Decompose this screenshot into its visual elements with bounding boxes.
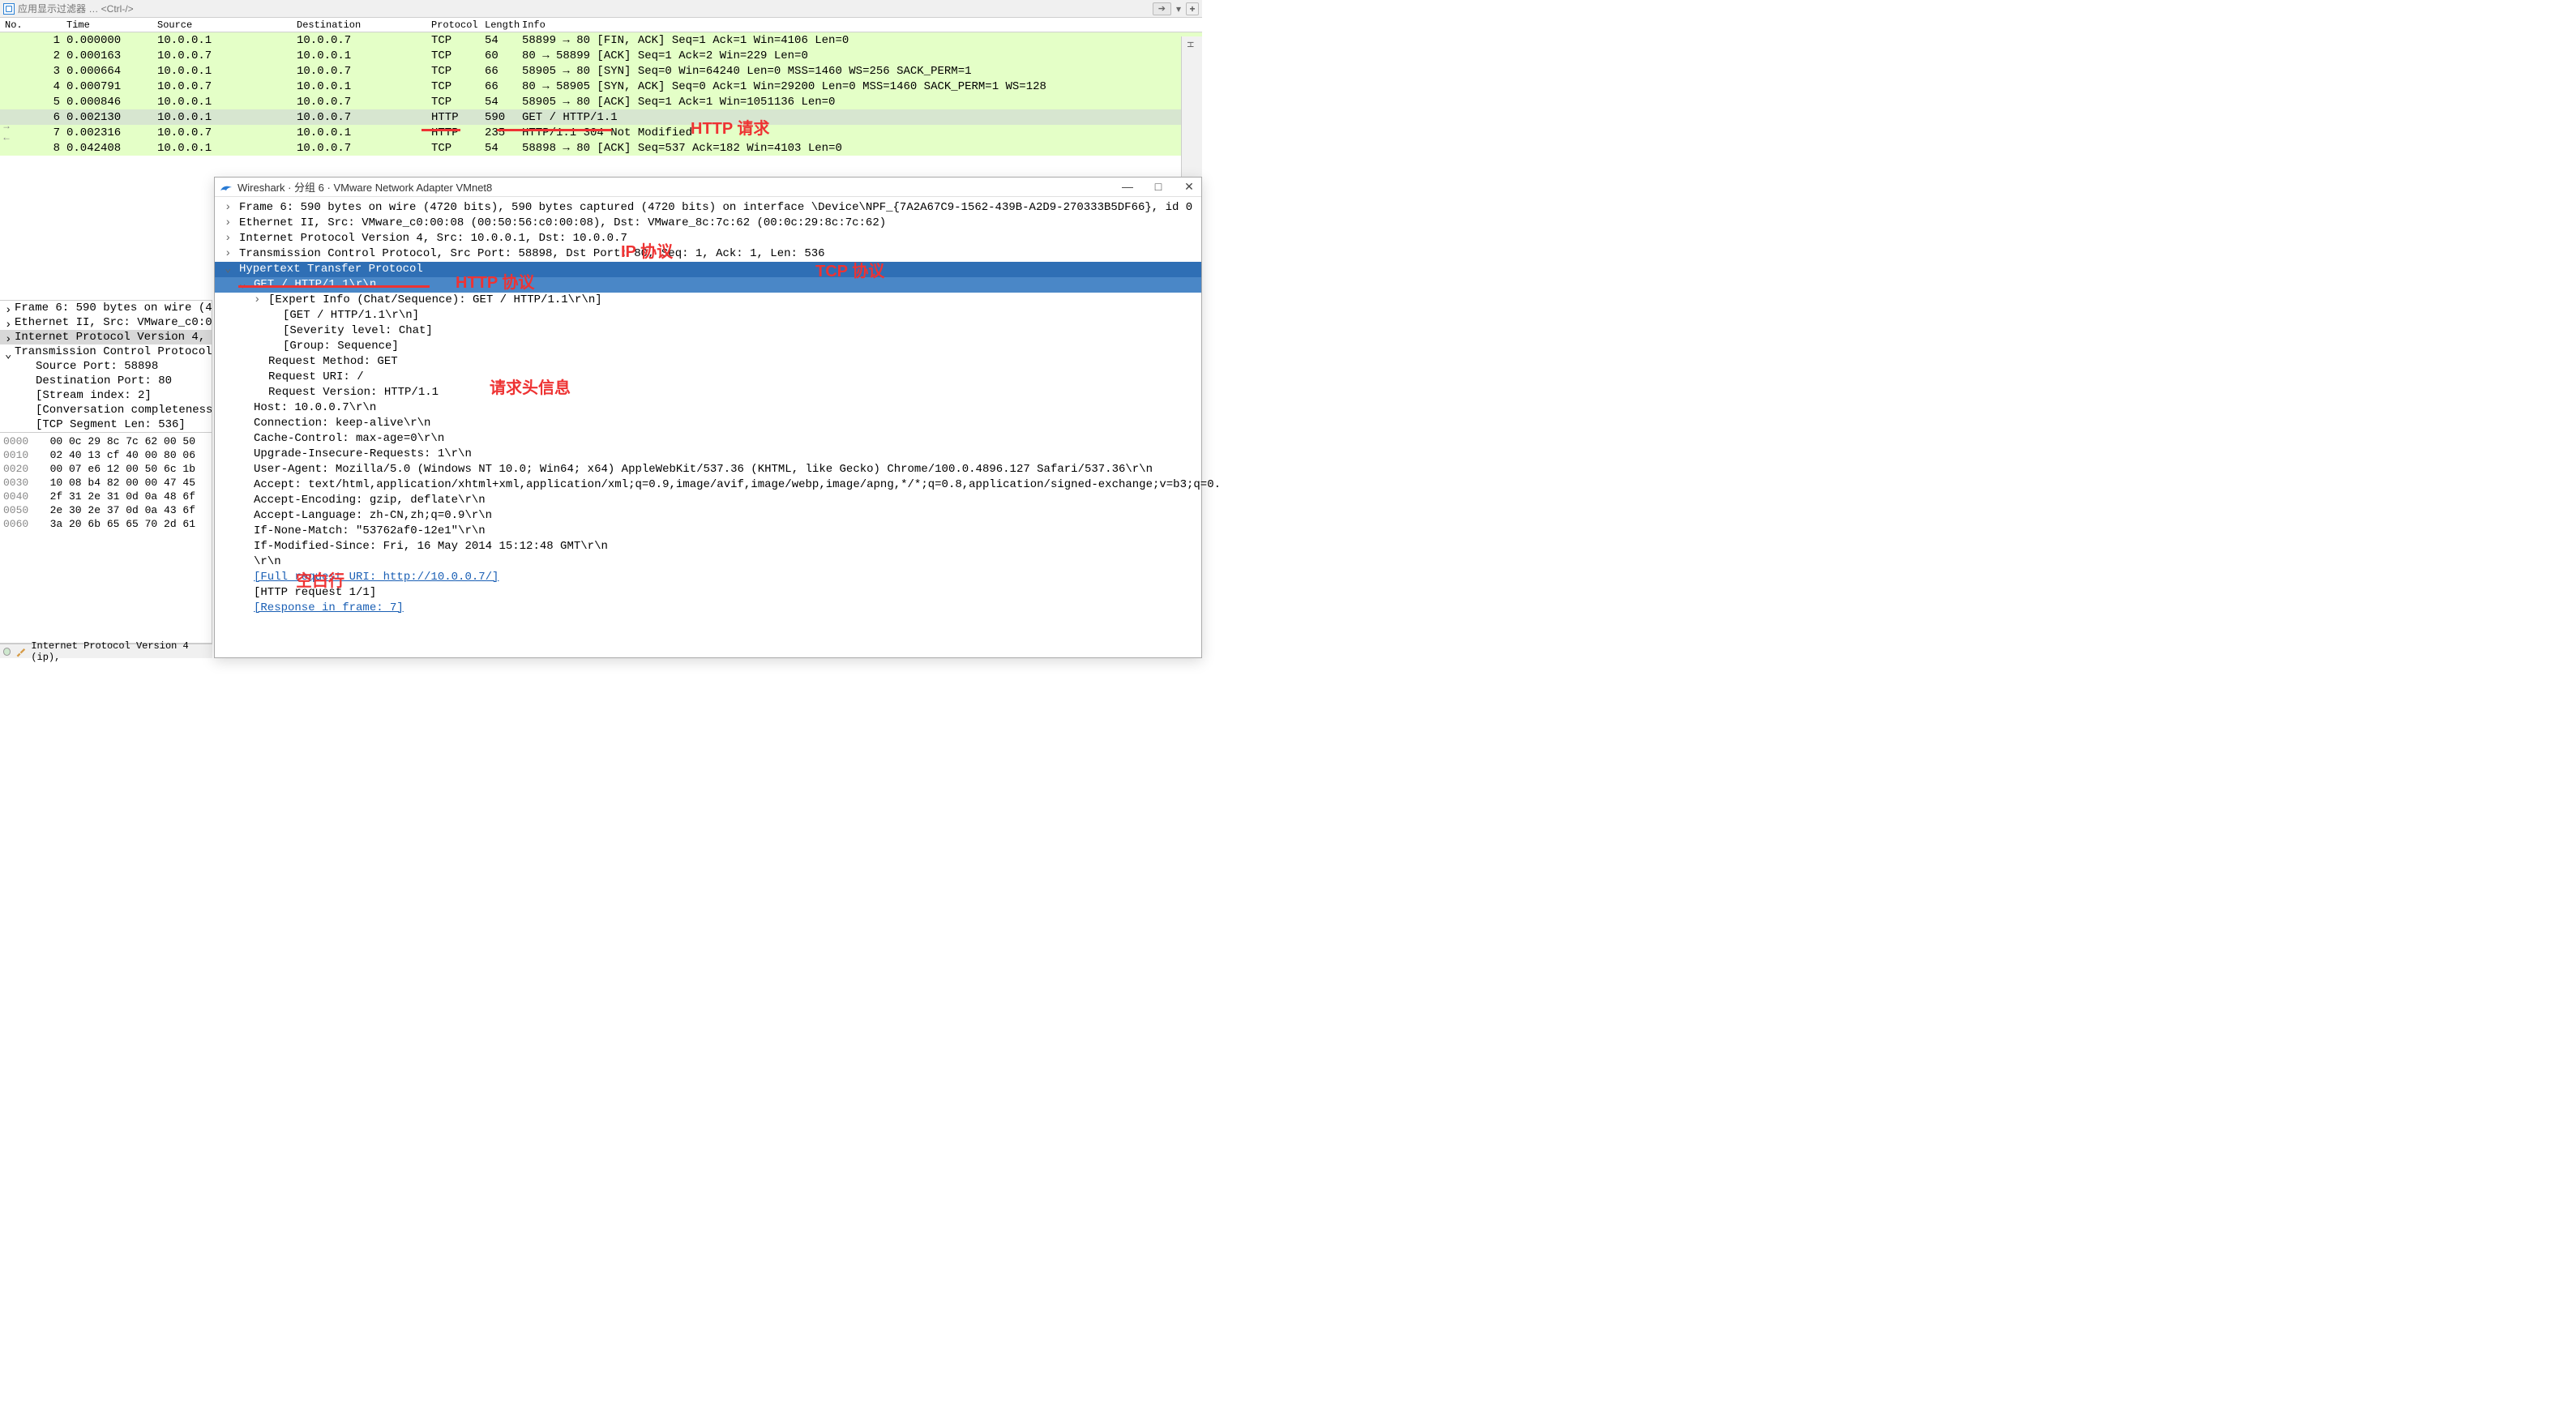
tree-toggle-icon[interactable]: ⌄ (239, 277, 246, 293)
detail-tree-row[interactable]: Cache-Control: max-age=0\r\n (215, 431, 1201, 447)
hex-row[interactable]: 0050 2e 30 2e 37 0d 0a 43 6f (3, 503, 208, 517)
packet-row[interactable]: 40.00079110.0.0.710.0.0.1TCP6680 → 58905… (0, 79, 1202, 94)
status-text: Internet Protocol Version 4 (ip), (31, 640, 209, 663)
tree-tcp[interactable]: ⌄Transmission Control Protocol (0, 344, 212, 359)
packet-detail-tree[interactable]: ›Frame 6: 590 bytes on wire (4720 bits),… (215, 197, 1201, 619)
minimize-button[interactable]: — (1120, 180, 1135, 194)
tree-toggle-icon[interactable]: › (254, 293, 260, 308)
tree-toggle-icon[interactable]: › (225, 216, 231, 231)
detail-tree-row[interactable]: [Response in frame: 7] (215, 601, 1201, 616)
packet-row[interactable]: 60.00213010.0.0.110.0.0.7HTTP590GET / HT… (0, 109, 1202, 125)
col-header-info[interactable]: Info (522, 19, 1202, 31)
tree-ip[interactable]: ›Internet Protocol Version 4, (0, 330, 212, 344)
dropdown-icon[interactable]: ▾ (1176, 3, 1181, 15)
hex-row[interactable]: 0060 3a 20 6b 65 65 70 2d 61 (3, 517, 208, 531)
window-title: Wireshark · 分组 6 · VMware Network Adapte… (237, 179, 1120, 195)
tree-toggle-icon[interactable]: › (225, 200, 231, 216)
detail-tree-row[interactable]: Accept-Encoding: gzip, deflate\r\n (215, 493, 1201, 508)
tree-tcp-srcport[interactable]: Source Port: 58898 (0, 359, 212, 374)
detail-tree-row[interactable]: If-None-Match: "53762af0-12e1"\r\n (215, 524, 1201, 539)
detail-tree-row[interactable]: Connection: keep-alive\r\n (215, 416, 1201, 431)
tree-tcp-conv[interactable]: [Conversation completeness: (0, 403, 212, 417)
packet-tree[interactable]: ›Frame 6: 590 bytes on wire (4 ›Ethernet… (0, 301, 212, 432)
col-header-no[interactable]: No. (5, 19, 66, 31)
close-button[interactable]: ✕ (1182, 180, 1196, 194)
detail-tree-row[interactable]: [Severity level: Chat] (215, 323, 1201, 339)
detail-tree-row[interactable]: Accept: text/html,application/xhtml+xml,… (215, 477, 1201, 493)
maximize-button[interactable]: □ (1151, 180, 1166, 194)
detail-tree-row[interactable]: Upgrade-Insecure-Requests: 1\r\n (215, 447, 1201, 462)
detail-tree-row[interactable]: [Full request URI: http://10.0.0.7/] (215, 570, 1201, 585)
packet-row[interactable]: 30.00066410.0.0.110.0.0.7TCP6658905 → 80… (0, 63, 1202, 79)
packet-row[interactable]: 70.00231610.0.0.710.0.0.1HTTP235HTTP/1.1… (0, 125, 1202, 140)
detail-tree-row[interactable]: [Group: Sequence] (215, 339, 1201, 354)
detail-tree-row[interactable]: ›Internet Protocol Version 4, Src: 10.0.… (215, 231, 1201, 246)
tree-tcp-seglen[interactable]: [TCP Segment Len: 536] (0, 417, 212, 432)
arrow-icon: ➔ (1158, 3, 1166, 14)
detail-tree-row[interactable]: Request URI: / (215, 370, 1201, 385)
detail-tree-row[interactable]: Request Method: GET (215, 354, 1201, 370)
detail-tree-row[interactable]: ›Ethernet II, Src: VMware_c0:00:08 (00:5… (215, 216, 1201, 231)
col-header-length[interactable]: Length (485, 19, 522, 31)
window-titlebar[interactable]: Wireshark · 分组 6 · VMware Network Adapte… (215, 178, 1201, 197)
tree-toggle-icon[interactable]: › (225, 246, 231, 262)
tree-ethernet[interactable]: ›Ethernet II, Src: VMware_c0:0 (0, 315, 212, 330)
detail-tree-row[interactable]: ⌄GET / HTTP/1.1\r\n (215, 277, 1201, 293)
packet-list[interactable]: 10.00000010.0.0.110.0.0.7TCP5458899 → 80… (0, 32, 1202, 156)
detail-tree-row[interactable]: [GET / HTTP/1.1\r\n] (215, 308, 1201, 323)
packet-row[interactable]: 10.00000010.0.0.110.0.0.7TCP5458899 → 80… (0, 32, 1202, 48)
apply-filter-button[interactable]: ➔ (1153, 2, 1171, 15)
hex-view[interactable]: 0000 00 0c 29 8c 7c 62 00 500010 02 40 1… (0, 432, 212, 533)
col-header-protocol[interactable]: Protocol (431, 19, 485, 31)
packet-row[interactable]: 80.04240810.0.0.110.0.0.7TCP5458898 → 80… (0, 140, 1202, 156)
packet-detail-window: Wireshark · 分组 6 · VMware Network Adapte… (214, 177, 1202, 658)
packet-details-left-panel: ›Frame 6: 590 bytes on wire (4 ›Ethernet… (0, 300, 212, 644)
filter-toolbar: ➔ ▾ + (0, 0, 1202, 18)
hex-row[interactable]: 0030 10 08 b4 82 00 00 47 45 (3, 476, 208, 490)
detail-tree-row[interactable]: ›Frame 6: 590 bytes on wire (4720 bits),… (215, 200, 1201, 216)
status-bar: Internet Protocol Version 4 (ip), (0, 644, 212, 658)
col-header-time[interactable]: Time (66, 19, 157, 31)
detail-tree-row[interactable]: ›[Expert Info (Chat/Sequence): GET / HTT… (215, 293, 1201, 308)
packet-list-header: No. Time Source Destination Protocol Len… (0, 18, 1202, 32)
tree-tcp-dstport[interactable]: Destination Port: 80 (0, 374, 212, 388)
filter-icon[interactable] (3, 3, 15, 15)
brush-icon[interactable] (15, 646, 26, 657)
wireshark-icon (220, 181, 233, 194)
tree-toggle-icon[interactable]: › (225, 231, 231, 246)
hex-row[interactable]: 0000 00 0c 29 8c 7c 62 00 50 (3, 434, 208, 448)
detail-tree-row[interactable]: User-Agent: Mozilla/5.0 (Windows NT 10.0… (215, 462, 1201, 477)
col-header-source[interactable]: Source (157, 19, 297, 31)
detail-tree-row[interactable]: If-Modified-Since: Fri, 16 May 2014 15:1… (215, 539, 1201, 554)
detail-tree-row[interactable]: Accept-Language: zh-CN,zh;q=0.9\r\n (215, 508, 1201, 524)
tree-tcp-stream[interactable]: [Stream index: 2] (0, 388, 212, 403)
capture-status-icon[interactable] (3, 648, 11, 656)
packet-row[interactable]: 20.00016310.0.0.710.0.0.1TCP6080 → 58899… (0, 48, 1202, 63)
packet-row[interactable]: 50.00084610.0.0.110.0.0.7TCP5458905 → 80… (0, 94, 1202, 109)
detail-tree-row[interactable]: \r\n (215, 554, 1201, 570)
col-header-destination[interactable]: Destination (297, 19, 431, 31)
detail-tree-row[interactable]: [HTTP request 1/1] (215, 585, 1201, 601)
hex-row[interactable]: 0020 00 07 e6 12 00 50 6c 1b (3, 462, 208, 476)
hex-row[interactable]: 0040 2f 31 2e 31 0d 0a 48 6f (3, 490, 208, 503)
display-filter-input[interactable] (18, 3, 1153, 15)
tree-toggle-icon[interactable]: ⌄ (225, 262, 231, 277)
detail-tree-row[interactable]: ⌄Hypertext Transfer Protocol (215, 262, 1201, 277)
add-filter-button[interactable]: + (1186, 2, 1199, 15)
detail-tree-row[interactable]: ›Transmission Control Protocol, Src Port… (215, 246, 1201, 262)
tree-frame[interactable]: ›Frame 6: 590 bytes on wire (4 (0, 301, 212, 315)
detail-tree-row[interactable]: Host: 10.0.0.7\r\n (215, 400, 1201, 416)
hex-row[interactable]: 0010 02 40 13 cf 40 00 80 06 (3, 448, 208, 462)
detail-tree-row[interactable]: Request Version: HTTP/1.1 (215, 385, 1201, 400)
